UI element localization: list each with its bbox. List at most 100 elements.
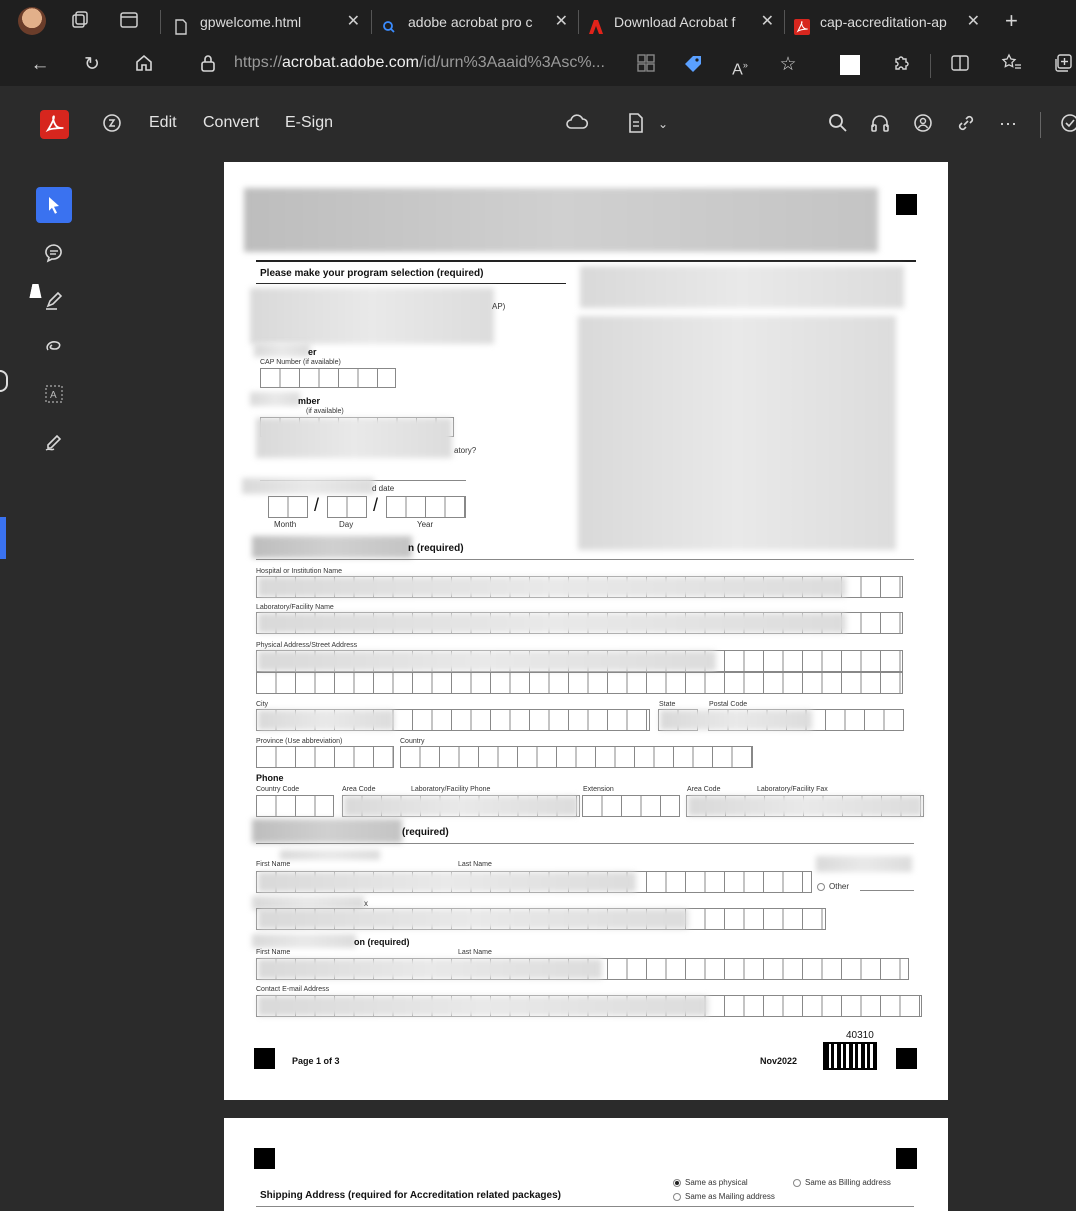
address-field-2[interactable] [256,672,903,694]
contact-heading: (required) [402,827,449,838]
label-fragment: AP) [492,302,506,311]
province-field[interactable] [256,746,394,768]
tab-divider [371,10,372,34]
registration-mark [254,1148,275,1169]
label-fragment: atory? [454,446,477,455]
plus-icon: + [1005,8,1018,33]
label-fragment: er [308,347,317,357]
state-label: State [659,701,676,708]
draw-tool-icon[interactable] [36,328,72,364]
redacted-value [660,710,812,730]
divider [256,283,566,284]
province-label: Province (Use abbreviation) [256,738,343,745]
acrobat-pdf-icon [794,14,810,35]
collections-icon[interactable] [1052,53,1076,77]
same-as-mailing-radio[interactable] [673,1193,681,1201]
side-panel-edge-active [0,517,6,559]
date-month-field[interactable] [268,496,308,518]
section-heading: n (required) [408,543,464,554]
favorites-icon[interactable] [1000,53,1024,77]
menu-esign[interactable]: E-Sign [285,114,333,132]
last-name-label-2: Last Name [458,949,492,956]
adobe-icon [588,14,603,34]
read-aloud-icon[interactable]: A» [728,53,752,78]
refresh-icon[interactable]: ↻ [80,53,104,77]
first-name-label-2: First Name [256,949,291,956]
same-as-billing-radio[interactable] [793,1179,801,1187]
label-fragment: x [364,899,368,908]
coupon-tag-icon[interactable] [681,53,705,77]
same-as-physical-radio[interactable] [673,1179,681,1187]
menu-convert[interactable]: Convert [203,114,259,132]
tab-label: gpwelcome.html [200,14,302,30]
more-options-icon[interactable]: ⋯ [996,112,1020,136]
toolbar-divider [930,54,931,78]
tab-actions-icon[interactable] [117,10,141,34]
lab-name-label: Laboratory/Facility Name [256,604,334,611]
date-day-label: Day [339,520,354,529]
address-url[interactable]: https://acrobat.adobe.com/id/urn%3Aaaid%… [234,54,605,72]
same-as-billing-label: Same as Billing address [805,1178,891,1187]
home-icon[interactable] [132,53,156,77]
extensions-puzzle-icon[interactable] [890,53,914,77]
menu-edit[interactable]: Edit [149,114,177,132]
date-day-field[interactable] [327,496,367,518]
split-screen-icon[interactable] [948,53,972,77]
tab-label: cap-accreditation-ap [820,14,947,30]
chevron-down-icon[interactable]: ⌄ [651,112,675,136]
extension-field[interactable] [582,795,680,817]
country-field[interactable] [400,746,753,768]
hospital-label: Hospital or Institution Name [256,568,342,575]
close-icon[interactable]: ✕ [761,6,774,38]
close-icon[interactable]: ✕ [555,6,568,38]
back-icon[interactable]: ← [28,53,52,77]
date-year-label: Year [417,520,434,529]
url-path: /id/urn%3Aaaid%3Asc%... [419,54,605,71]
cloud-icon[interactable] [565,112,589,136]
document-menu-icon[interactable] [624,112,648,136]
redacted-value [258,710,394,730]
comment-tool-icon[interactable] [36,235,72,271]
select-tool-icon[interactable] [36,187,72,223]
done-check-icon[interactable] [1056,112,1076,136]
profile-avatar[interactable] [18,7,46,35]
ai-assistant-icon[interactable] [100,112,124,136]
redacted-value [258,959,602,979]
acrobat-logo-icon[interactable] [40,110,69,139]
close-icon[interactable]: ✕ [967,6,980,38]
new-tab-button[interactable]: + [1000,6,1030,38]
form-number: 40310 [846,1030,874,1041]
extension-white-square-icon[interactable] [838,53,862,77]
redacted-value [258,996,708,1016]
tab-cap-accreditation[interactable]: cap-accreditation-ap ✕ [788,6,988,38]
lock-icon[interactable] [196,53,220,77]
country-label: Country [400,738,425,745]
postal-code-label: Postal Code [709,701,748,708]
link-icon[interactable] [954,112,978,136]
other-label: Other [829,882,850,891]
redacted-block [578,316,896,550]
search-icon[interactable] [826,112,850,136]
tab-download-acrobat[interactable]: Download Acrobat f ✕ [582,6,782,38]
tab-label: Download Acrobat f [614,14,736,30]
date-year-field[interactable] [386,496,466,518]
favorite-star-icon[interactable]: ☆ [776,53,800,77]
redacted-value [258,909,688,929]
tab-adobe-search[interactable]: adobe acrobat pro c ✕ [376,6,576,38]
app-available-icon[interactable] [634,53,658,77]
cap-number-field[interactable] [260,368,396,388]
share-user-icon[interactable] [911,112,935,136]
redacted-value [258,651,716,671]
redacted-block [250,288,494,344]
tab-gpwelcome[interactable]: gpwelcome.html ✕ [168,6,368,38]
read-aloud-headphones-icon[interactable] [868,112,892,136]
country-code-field[interactable] [256,795,334,817]
other-radio[interactable] [817,883,825,891]
close-icon[interactable]: ✕ [347,6,360,38]
workspaces-icon[interactable] [68,10,92,34]
sign-tool-icon[interactable] [36,424,72,460]
text-box-tool-icon[interactable]: A [36,376,72,412]
redacted-heading [252,536,412,558]
edition-label: Nov2022 [760,1056,798,1066]
redacted-block [256,418,452,458]
